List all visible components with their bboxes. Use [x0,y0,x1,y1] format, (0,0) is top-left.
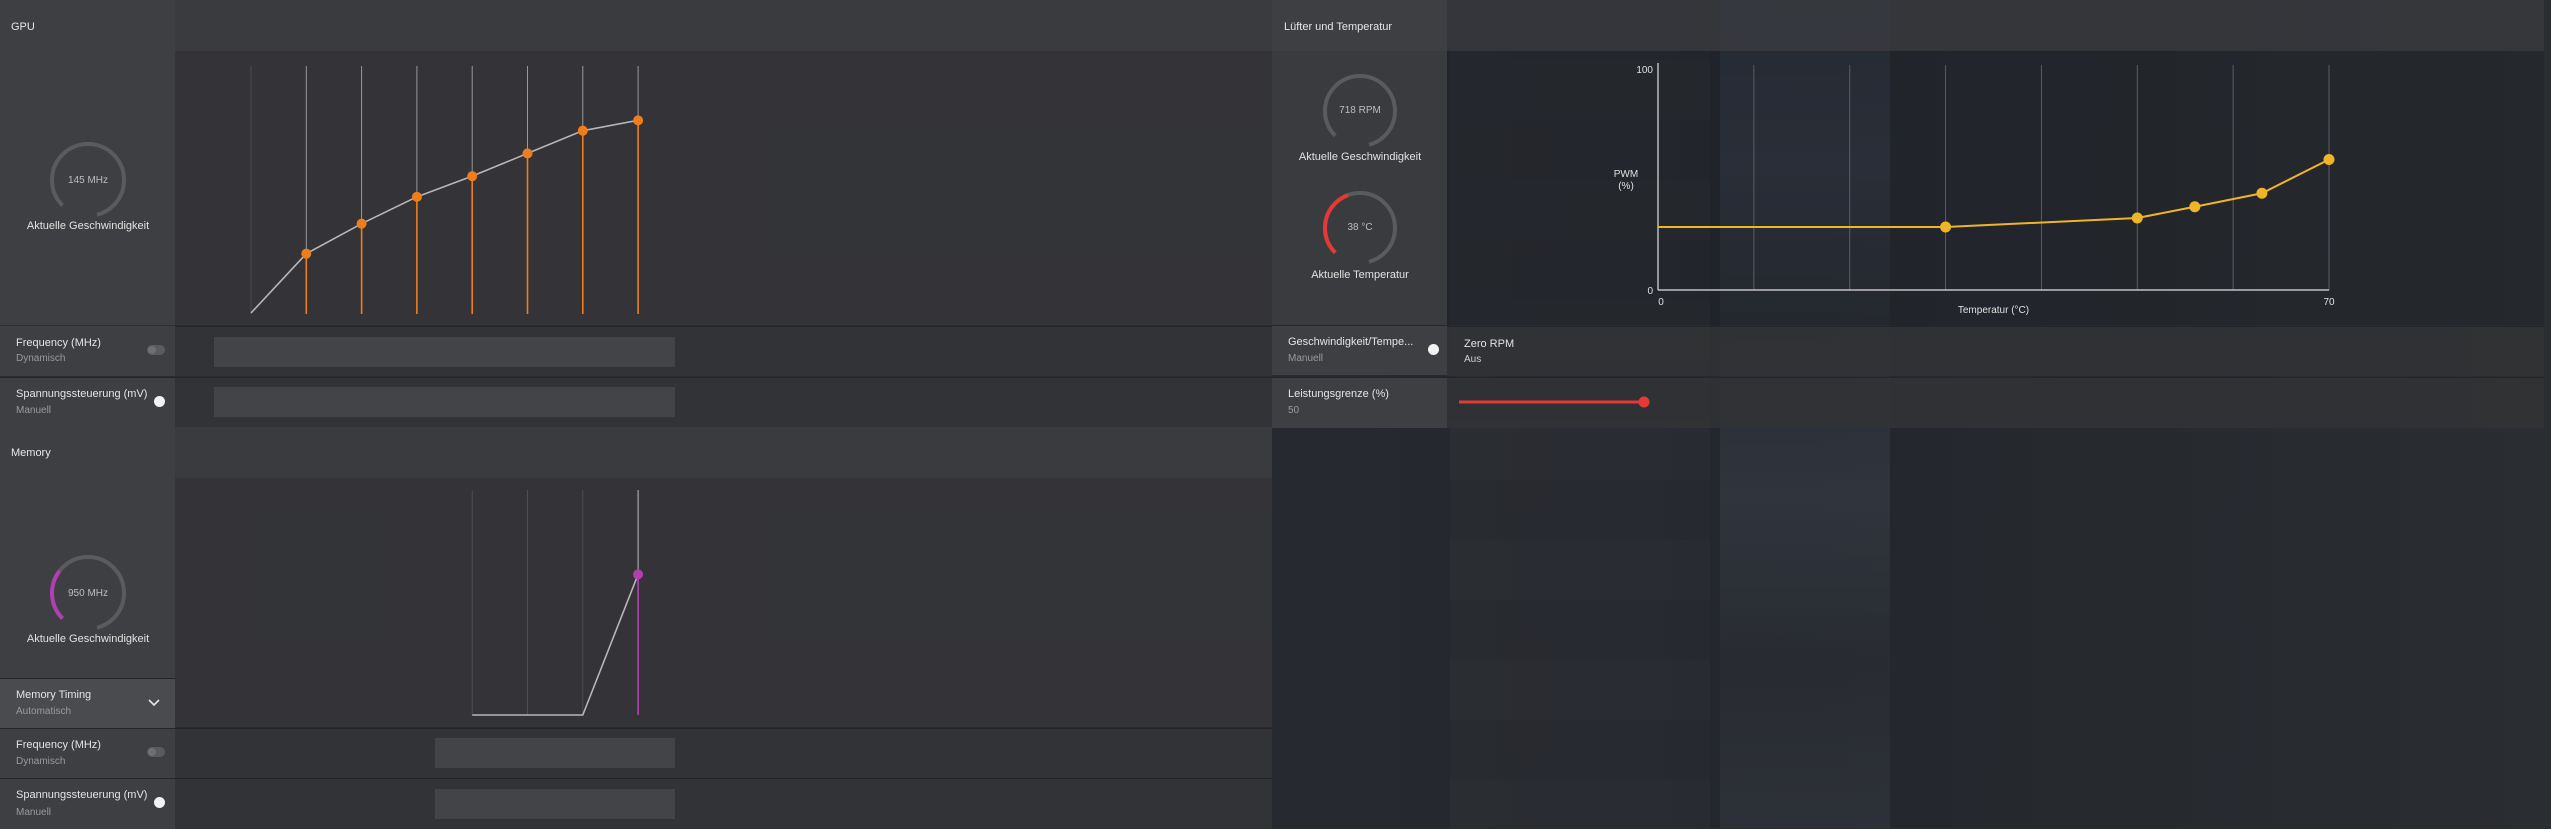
gpu-state-handle[interactable] [467,171,478,182]
fan-curve-point[interactable] [2256,187,2268,199]
gpu-curve-line [250,119,639,314]
memory-curve-line [472,574,639,716]
fan-curve-line [1658,158,2330,228]
gpu-voltage-input[interactable] [601,387,676,417]
zero-rpm-value[interactable]: Aus [1464,354,1481,365]
gpu-curve-graph [175,51,1272,325]
fan-speed-mode-value: Manuell [1288,353,1324,364]
fan-curve-point[interactable] [2131,212,2143,224]
fan-curve-svg[interactable]: 0 100 0 70 Temperatur (°C) PWM(%) [1447,51,2544,325]
memory-timing-title: Memory Timing [16,689,92,701]
memory-frequency-row [175,728,1272,778]
fan-temp-value: 38 °C [1347,222,1373,233]
fan-speed-label: Aktuelle Geschwindigkeit [1298,151,1422,163]
fan-x-tick: 70 [2323,297,2335,308]
gpu-state-handle[interactable] [577,125,588,136]
memory-voltage-title: Spannungssteuerung (mV) [16,789,148,801]
fan-header-title: Lüfter und Temperatur [1284,21,1393,33]
memory-frequency-title: Frequency (MHz) [16,739,101,751]
memory-gauge-area: 950 MHz Aktuelle Geschwindigkeit [0,478,175,678]
memory-frequency-input[interactable] [601,738,676,768]
memory-voltage-toggle[interactable] [154,797,165,808]
gpu-voltage-mode: Manuell [16,405,52,416]
memory-frequency-toggle[interactable] [147,747,165,757]
gpu-frequency-row [175,326,1272,376]
chevron-down-icon [148,699,160,707]
memory-speed-label: Aktuelle Geschwindigkeit [26,633,150,645]
gpu-speed-value: 145 MHz [67,175,109,186]
memory-timing-mode: Automatisch [16,706,72,717]
power-limit-side: Leistungsgrenze (%) 50 [1272,377,1447,428]
gpu-curve-svg[interactable] [175,51,1272,325]
fan-curve-point[interactable] [2323,154,2335,165]
fan-y-label: (%) [1618,181,1634,192]
fan-x-label: Temperatur (°C) [1958,305,2029,316]
gpu-state-handle[interactable] [522,148,533,159]
zero-rpm-title: Zero RPM [1464,338,1515,350]
memory-voltage-side: Spannungssteuerung (mV) Manuell [0,778,175,829]
gpu-frequency-side: Frequency (MHz) Dynamisch [0,326,175,376]
fan-speed-mode-side: Geschwindigkeit/Tempe... Manuell [1272,326,1447,375]
memory-voltage-input[interactable] [601,789,676,819]
memory-speed-value: 950 MHz [67,588,109,599]
fan-curve-point[interactable] [2189,201,2201,213]
power-limit-row [1447,377,2544,428]
memory-curve-graph [175,478,1272,727]
gpu-state-handle[interactable] [301,248,312,259]
fan-header-bar [1447,0,2544,51]
gpu-header-side: GPU [0,0,175,51]
memory-header-side: Memory [0,427,175,478]
fan-curve-point[interactable] [1940,221,1952,233]
memory-curve-svg[interactable] [175,478,1272,727]
gpu-state-handle[interactable] [411,191,422,202]
fan-y-tick: 0 [1647,286,1653,297]
fan-temp-label: Aktuelle Temperatur [1311,269,1409,281]
fan-speed-mode-toggle[interactable] [1428,344,1439,355]
gpu-voltage-toggle[interactable] [154,396,165,407]
gpu-state-header [175,0,1272,51]
memory-header-title: Memory [11,447,51,459]
fan-speed-mode-title: Geschwindigkeit/Tempe... [1288,336,1414,348]
fan-curve-graph: 0 100 0 70 Temperatur (°C) PWM (%) [1447,51,2544,325]
fan-y-tick: 100 [1636,65,1653,76]
memory-state-handle[interactable] [633,569,644,580]
fan-speed-value: 718 RPM [1339,105,1381,116]
fan-header-side: Lüfter und Temperatur [1272,0,1447,51]
memory-state-header [175,427,1272,478]
memory-voltage-mode: Manuell [16,807,52,818]
gpu-gauge-area: 145 MHz Aktuelle Geschwindigkeit [0,51,175,325]
gpu-header-title: GPU [11,21,35,33]
gpu-speed-label: Aktuelle Geschwindigkeit [26,220,150,232]
memory-voltage-row [175,778,1272,829]
power-limit-title: Leistungsgrenze (%) [1288,388,1389,400]
memory-frequency-side: Frequency (MHz) Dynamisch [0,728,175,778]
power-limit-value: 50 [1288,405,1300,416]
gpu-voltage-row [175,377,1272,427]
fan-zero-rpm-row: Zero RPM Aus [1447,326,2544,376]
fan-x-tick: 0 [1658,297,1664,308]
gpu-voltage-side: Spannungssteuerung (mV) Manuell [0,377,175,427]
gpu-voltage-title: Spannungssteuerung (mV) [16,388,148,400]
gpu-frequency-mode: Dynamisch [16,353,66,364]
power-limit-thumb[interactable] [1638,396,1650,408]
gpu-frequency-toggle[interactable] [147,345,165,355]
power-limit-slider[interactable] [1447,378,1847,428]
gpu-frequency-input[interactable] [601,337,676,367]
gpu-frequency-title: Frequency (MHz) [16,337,101,349]
memory-frequency-mode: Dynamisch [16,756,66,767]
gpu-state-handle[interactable] [356,218,367,229]
fan-y-label: PWM [1614,169,1638,180]
memory-timing-dropdown[interactable]: Memory Timing Automatisch [0,678,175,728]
gpu-state-handle[interactable] [633,115,644,126]
fan-gauge-area: 718 RPM Aktuelle Geschwindigkeit 38 °C A… [1272,51,1447,325]
